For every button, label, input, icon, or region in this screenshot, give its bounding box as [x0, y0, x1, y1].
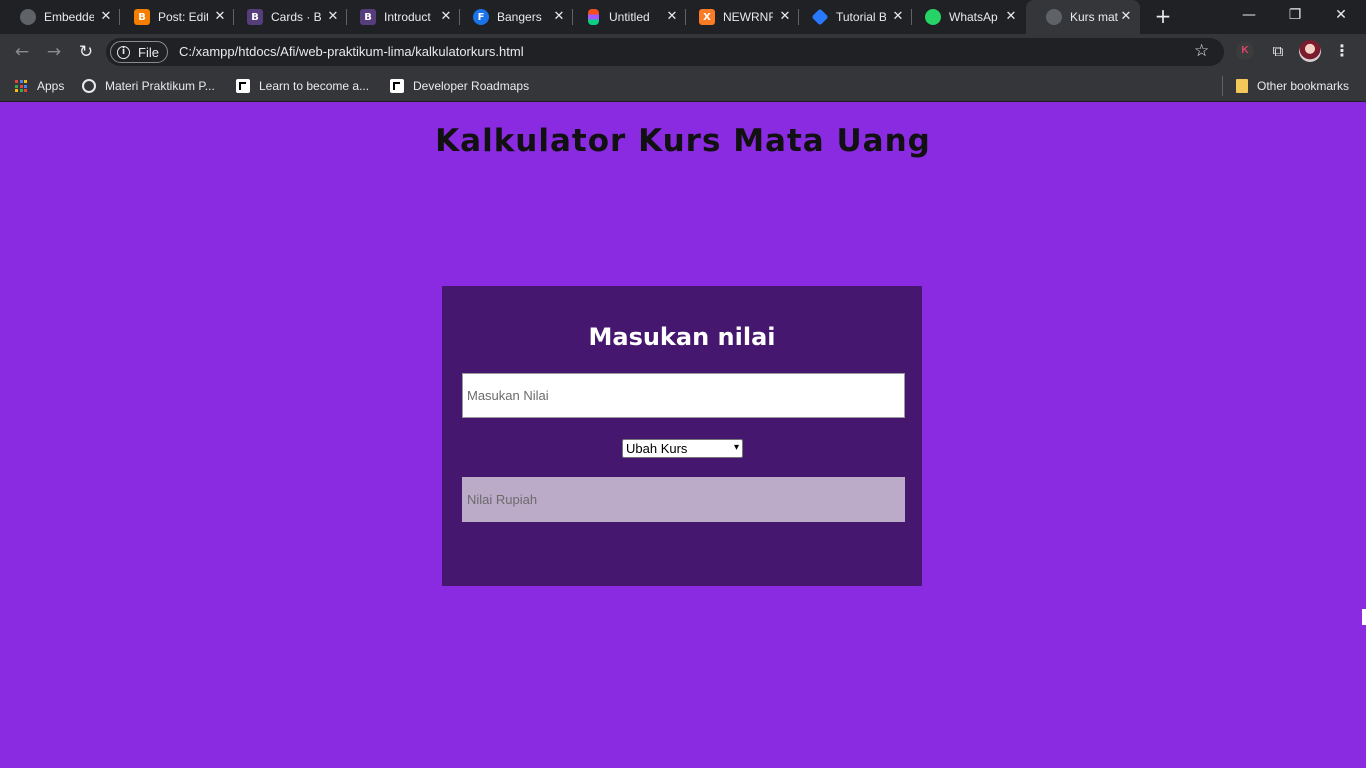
roadmap-icon: [390, 79, 404, 93]
bookmark-label: Apps: [37, 79, 65, 93]
close-icon[interactable]: ✕: [325, 9, 341, 25]
tab-6[interactable]: X NEWRNF ✕: [679, 0, 799, 34]
fonts-icon: F: [473, 9, 489, 25]
bookmarks-bar: Apps Materi Praktikum P... Learn to beco…: [0, 70, 1366, 102]
bookmark-materi[interactable]: Materi Praktikum P...: [82, 77, 215, 95]
url-text[interactable]: C:/xampp/htdocs/Afi/web-praktikum-lima/k…: [179, 44, 524, 59]
tab-label: Introduct: [384, 10, 431, 24]
tab-label: Post: Edit: [158, 10, 208, 24]
forward-button[interactable]: →: [42, 40, 66, 64]
menu-icon[interactable]: ⋮: [1334, 40, 1350, 62]
currency-select[interactable]: Ubah Kurs ▾: [622, 439, 743, 458]
close-icon[interactable]: ✕: [890, 9, 906, 25]
currency-select-value: Ubah Kurs: [626, 441, 688, 456]
value-input[interactable]: [462, 373, 905, 418]
tab-2[interactable]: B Cards · B ✕: [227, 0, 347, 34]
tab-label: Kurs mat: [1070, 10, 1119, 24]
info-icon: i: [117, 45, 130, 59]
bookmark-learn[interactable]: Learn to become a...: [236, 77, 369, 95]
tab-label: Untitled: [609, 10, 650, 24]
rupiah-output[interactable]: [462, 477, 905, 522]
bookmarks-divider: [1222, 76, 1223, 96]
page-title: Kalkulator Kurs Mata Uang: [435, 123, 931, 159]
restore-button[interactable]: ❐: [1272, 0, 1318, 30]
avatar[interactable]: [1299, 40, 1321, 62]
apps-icon: [14, 79, 28, 93]
chevron-down-icon: ▾: [733, 442, 739, 453]
tab-3[interactable]: B Introduct ✕: [340, 0, 460, 34]
close-icon[interactable]: ✕: [777, 9, 793, 25]
star-icon[interactable]: ☆: [1194, 41, 1209, 61]
bookmark-apps[interactable]: Apps: [14, 77, 64, 95]
tab-label: Bangers: [497, 10, 542, 24]
converter-card: Masukan nilai Ubah Kurs ▾: [442, 286, 922, 586]
close-icon[interactable]: ✕: [1003, 9, 1019, 25]
folder-icon: [1236, 79, 1248, 93]
card-title: Masukan nilai: [588, 323, 776, 351]
close-icon[interactable]: ✕: [664, 9, 680, 25]
tab-active[interactable]: Kurs mat ✕: [1026, 0, 1140, 34]
site-info-chip[interactable]: i File: [110, 41, 168, 63]
bookmark-label: Materi Praktikum P...: [105, 79, 215, 93]
scrollbar-marker: [1362, 609, 1366, 625]
reload-button[interactable]: ↻: [74, 40, 98, 64]
tab-5[interactable]: Untitled ✕: [566, 0, 686, 34]
tab-8[interactable]: WhatsAp ✕: [905, 0, 1025, 34]
globe-icon: [1046, 9, 1062, 25]
tab-label: Embedde: [44, 10, 94, 24]
tab-7[interactable]: Tutorial B ✕: [792, 0, 912, 34]
back-button[interactable]: ←: [10, 40, 34, 64]
code-icon: [811, 8, 829, 26]
browser-toolbar: ← → ↻ i File C:/xampp/htdocs/Afi/web-pra…: [0, 34, 1366, 70]
close-icon[interactable]: ✕: [1118, 9, 1134, 25]
whatsapp-icon: [925, 9, 941, 25]
close-icon[interactable]: ✕: [98, 9, 114, 25]
other-bookmarks[interactable]: Other bookmarks: [1236, 77, 1349, 95]
page-content: Kalkulator Kurs Mata Uang Masukan nilai …: [0, 103, 1366, 768]
tab-label: Cards · B: [271, 10, 321, 24]
tab-strip: Embedde ✕ B Post: Edit ✕ B Cards · B ✕ B…: [0, 0, 1366, 34]
globe-icon: [82, 79, 96, 93]
tab-label: NEWRNF: [723, 10, 773, 24]
security-label: File: [138, 44, 159, 60]
address-bar[interactable]: i File C:/xampp/htdocs/Afi/web-praktikum…: [106, 38, 1224, 66]
roadmap-icon: [236, 79, 250, 93]
tab-0[interactable]: Embedde ✕: [0, 0, 120, 34]
tab-label: Tutorial B: [836, 10, 886, 24]
close-icon[interactable]: ✕: [212, 9, 228, 25]
new-tab-button[interactable]: +: [1152, 5, 1174, 27]
bookmark-label: Learn to become a...: [259, 79, 370, 93]
puzzle-icon[interactable]: ⧉: [1268, 41, 1288, 61]
bookmark-developer-roadmaps[interactable]: Developer Roadmaps: [390, 77, 529, 95]
xampp-icon: X: [699, 9, 715, 25]
tab-label: WhatsAp: [949, 10, 998, 24]
other-bookmarks-label: Other bookmarks: [1257, 79, 1350, 93]
bootstrap-icon: B: [360, 9, 376, 25]
tab-4[interactable]: F Bangers ✕: [453, 0, 573, 34]
blogger-icon: B: [134, 9, 150, 25]
figma-icon: [588, 9, 599, 25]
bookmark-label: Developer Roadmaps: [413, 79, 530, 93]
close-window-button[interactable]: ✕: [1318, 0, 1364, 30]
close-icon[interactable]: ✕: [551, 9, 567, 25]
globe-icon: [20, 9, 36, 25]
close-icon[interactable]: ✕: [438, 9, 454, 25]
k-extension-icon[interactable]: K: [1236, 42, 1254, 60]
minimize-button[interactable]: —: [1226, 0, 1272, 30]
tab-1[interactable]: B Post: Edit ✕: [114, 0, 234, 34]
bootstrap-icon: B: [247, 9, 263, 25]
